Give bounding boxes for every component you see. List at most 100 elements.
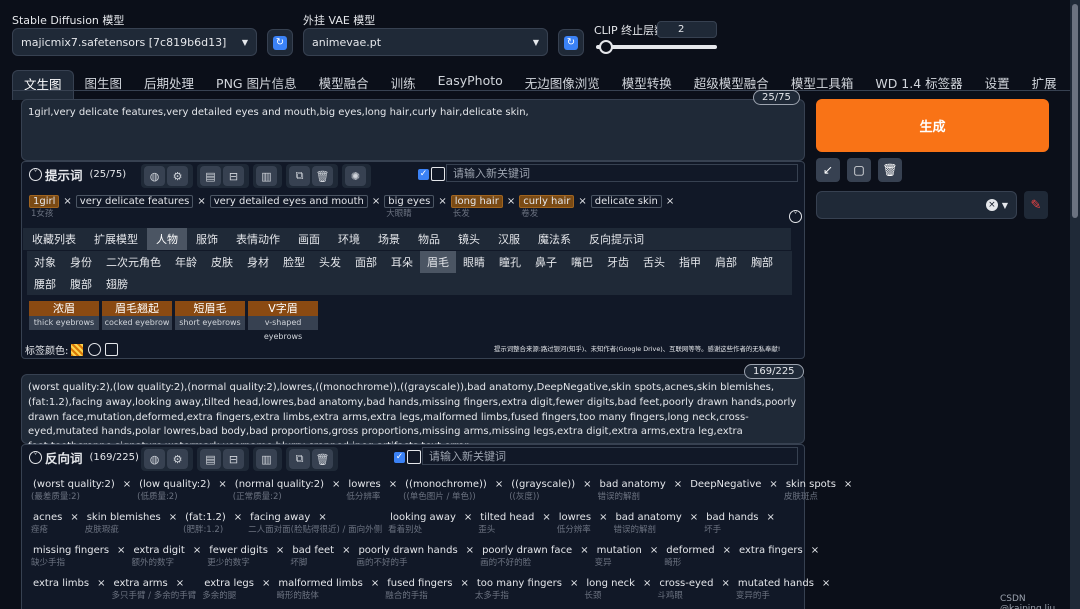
close-icon[interactable]: × <box>70 512 78 523</box>
category-tab[interactable]: 人物 <box>147 228 187 250</box>
chip-text[interactable]: (worst quality:2) <box>29 478 119 491</box>
keyword-chip[interactable]: 1girl × 1女孩 <box>29 194 72 220</box>
close-icon[interactable]: × <box>97 578 105 589</box>
category-tab[interactable]: 场景 <box>369 228 409 250</box>
keyword-chip[interactable]: bad feet × 坏脚 <box>288 543 350 569</box>
close-icon[interactable]: × <box>262 578 270 589</box>
category-tab[interactable]: 收藏列表 <box>23 228 85 250</box>
keyword-chip[interactable]: poorly drawn hands × 画的不好的手 <box>354 543 474 569</box>
chip-text[interactable]: mutation <box>593 544 646 557</box>
scrollbar-thumb[interactable] <box>1072 4 1078 218</box>
model-select[interactable]: majicmix7.safetensors [7c819b6d13] ▼ <box>12 28 257 56</box>
category-tab[interactable]: 镜头 <box>449 228 489 250</box>
close-icon[interactable]: × <box>583 479 591 490</box>
neg-new-keyword-input[interactable]: 请输入新关键词 <box>422 447 798 465</box>
category-tab[interactable]: 汉服 <box>489 228 529 250</box>
category-tab[interactable]: 物品 <box>409 228 449 250</box>
close-icon[interactable]: × <box>578 196 586 207</box>
subcategory-tab[interactable]: 对象 <box>27 251 63 273</box>
subcategory-tab[interactable]: 胸部 <box>744 251 780 273</box>
keyword-chip[interactable]: long neck × 长颈 <box>582 576 651 602</box>
subcategory-tab[interactable]: 鼻子 <box>528 251 564 273</box>
keyword-chip[interactable]: cross-eyed × 斗鸡眼 <box>655 576 730 602</box>
chip-text[interactable]: long hair <box>450 195 503 208</box>
category-tab[interactable]: 扩展模型 <box>85 228 147 250</box>
negative-textarea[interactable]: (worst quality:2),(low quality:2),(norma… <box>21 374 805 452</box>
close-icon[interactable]: × <box>507 196 515 207</box>
tab-0[interactable]: 文生图 <box>12 70 74 100</box>
chip-text[interactable]: extra fingers <box>735 544 807 557</box>
keyword-chip[interactable]: DeepNegative × <box>686 477 778 503</box>
tab-4[interactable]: 模型融合 <box>308 70 380 100</box>
chip-text[interactable]: looking away <box>386 511 460 524</box>
subcategory-tab[interactable]: 舌头 <box>636 251 672 273</box>
close-icon[interactable]: × <box>218 479 226 490</box>
subcategory-tab[interactable]: 瞳孔 <box>492 251 528 273</box>
close-icon[interactable]: × <box>844 479 852 490</box>
category-tab[interactable]: 环境 <box>329 228 369 250</box>
tab-11[interactable]: WD 1.4 标签器 <box>864 70 973 100</box>
close-icon[interactable]: × <box>580 545 588 556</box>
subcategory-tab[interactable]: 年龄 <box>168 251 204 273</box>
close-icon[interactable]: × <box>332 479 340 490</box>
close-icon[interactable]: × <box>822 578 830 589</box>
subcategory-tab[interactable]: 皮肤 <box>204 251 240 273</box>
history-icon[interactable]: ▤ <box>200 166 221 186</box>
keyword-chip[interactable]: missing fingers × 缺少手指 <box>29 543 125 569</box>
chip-text[interactable]: curly hair <box>519 195 575 208</box>
chip-text[interactable]: (fat:1.2) <box>181 511 230 524</box>
keyword-chip[interactable]: big eyes × 大眼睛 <box>384 194 447 220</box>
tab-1[interactable]: 图生图 <box>74 70 134 100</box>
subcategory-tab[interactable]: 头发 <box>312 251 348 273</box>
keyword-chip[interactable]: fewer digits × 更少的数字 <box>205 543 284 569</box>
trash-icon[interactable]: 🗑 <box>312 449 333 469</box>
globe-icon[interactable]: ◍ <box>144 166 165 186</box>
chip-text[interactable]: lowres <box>344 478 384 491</box>
chip-text[interactable]: missing fingers <box>29 544 113 557</box>
keyword-chip[interactable]: extra fingers × <box>735 543 819 569</box>
generate-button[interactable]: 生成 <box>816 99 1049 152</box>
close-icon[interactable]: × <box>63 196 71 207</box>
chip-text[interactable]: very delicate features <box>75 195 194 208</box>
apply-style-button[interactable]: ✎ <box>1024 191 1048 219</box>
close-icon[interactable]: × <box>811 545 819 556</box>
subcategory-tab[interactable]: 脸型 <box>276 251 312 273</box>
chip-text[interactable]: skin blemishes <box>83 511 165 524</box>
keyword-chip[interactable]: malformed limbs × 畸形的肢体 <box>274 576 379 602</box>
translate-icon[interactable]: ▥ <box>256 166 277 186</box>
refresh-vae-button[interactable]: ↻ <box>558 29 584 56</box>
close-icon[interactable]: × <box>389 479 397 490</box>
keyword-chip[interactable]: facing away × 二人面对面(脸贴得很近) / 面向外侧 <box>246 510 382 536</box>
keyword-option-button[interactable]: V字眉 v-shaped eyebrows <box>248 301 318 341</box>
collapse-icon[interactable]: ˅ <box>29 450 42 464</box>
expand-icon[interactable]: ˅ <box>789 210 802 223</box>
neg-keyword-checkbox[interactable]: ✓ <box>394 452 405 463</box>
tab-12[interactable]: 设置 <box>974 70 1021 100</box>
subcategory-tab[interactable]: 身材 <box>240 251 276 273</box>
keyword-chip[interactable]: very detailed eyes and mouth × <box>209 194 380 220</box>
keyword-chip[interactable]: lowres × 低分辨率 <box>555 510 608 536</box>
chip-text[interactable]: too many fingers <box>473 577 566 590</box>
category-tab[interactable]: 表情动作 <box>227 228 289 250</box>
chip-text[interactable]: (low quality:2) <box>135 478 214 491</box>
save-color-icon[interactable] <box>105 343 119 356</box>
trash-icon[interactable]: 🗑 <box>878 158 902 182</box>
close-icon[interactable]: × <box>372 196 380 207</box>
close-icon[interactable]: × <box>650 545 658 556</box>
chip-text[interactable]: deformed <box>662 544 718 557</box>
keyword-chip[interactable]: skin blemishes × 皮肤瑕疵 <box>83 510 177 536</box>
chip-text[interactable]: lowres <box>555 511 595 524</box>
close-icon[interactable]: × <box>461 578 469 589</box>
tab-2[interactable]: 后期处理 <box>133 70 205 100</box>
chip-text[interactable]: bad feet <box>288 544 338 557</box>
styles-select[interactable]: × ▼ <box>816 191 1017 219</box>
openai-icon[interactable]: ✺ <box>345 166 366 186</box>
gear-icon[interactable]: ⚙ <box>167 166 188 186</box>
close-icon[interactable]: × <box>769 479 777 490</box>
subcategory-tab[interactable]: 肩部 <box>708 251 744 273</box>
category-tab[interactable]: 魔法系 <box>529 228 580 250</box>
bookmark-icon[interactable]: ⊟ <box>223 166 244 186</box>
keyword-chip[interactable]: extra digit × 额外的数字 <box>129 543 201 569</box>
close-icon[interactable]: × <box>723 545 731 556</box>
arrow-diagonal-icon[interactable]: ↙ <box>816 158 840 182</box>
